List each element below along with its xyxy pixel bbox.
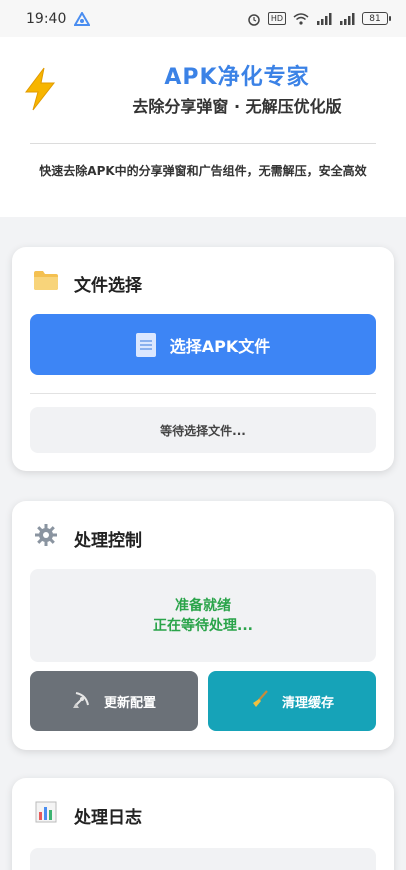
processing-control-card: 处理控制 准备就绪 正在等待处理... 更新配置 清理缓存 xyxy=(12,501,394,750)
app-subtitle: 去除分享弹窗 · 无解压优化版 xyxy=(132,97,342,116)
file-card-divider xyxy=(30,393,376,394)
app-title: APK净化专家 xyxy=(164,65,310,90)
app-description: 快速去除APK中的分享弹窗和广告组件，无需解压，安全高效 xyxy=(39,164,367,178)
clear-cache-button[interactable]: 清理缓存 xyxy=(208,671,376,731)
file-card-header: 文件选择 xyxy=(32,269,142,297)
file-selection-card: 文件选择 选择APK文件 等待选择文件... xyxy=(12,247,394,471)
satellite-antenna-icon xyxy=(72,689,92,714)
gear-icon xyxy=(32,523,60,553)
wifi-icon xyxy=(293,12,309,25)
folder-icon xyxy=(32,269,60,297)
broom-icon xyxy=(250,689,270,714)
control-card-header: 处理控制 xyxy=(32,523,142,553)
status-waiting-text: 正在等待处理... xyxy=(153,617,253,634)
log-output-area[interactable] xyxy=(30,848,376,870)
hd-badge: HD xyxy=(267,12,286,25)
signal-icon-1 xyxy=(316,12,332,25)
log-card-title: 处理日志 xyxy=(74,807,142,828)
file-card-title: 文件选择 xyxy=(74,275,142,296)
status-ready-text: 准备就绪 xyxy=(175,597,231,614)
status-time: 19:40 xyxy=(26,10,67,27)
app-notification-icon xyxy=(74,11,91,26)
app-header: APK净化专家 去除分享弹窗 · 无解压优化版 快速去除APK中的分享弹窗和广告… xyxy=(0,37,406,217)
status-bar: 19:40 HD 81 xyxy=(0,0,406,37)
document-icon xyxy=(135,332,156,357)
process-status-panel: 准备就绪 正在等待处理... xyxy=(30,569,376,662)
select-apk-button-label: 选择APK文件 xyxy=(169,336,271,356)
battery-indicator: 81 xyxy=(362,12,391,25)
log-card-header: 处理日志 xyxy=(32,800,142,830)
bar-chart-icon xyxy=(32,800,60,830)
update-config-button[interactable]: 更新配置 xyxy=(30,671,198,731)
file-status: 等待选择文件... xyxy=(30,407,376,453)
header-divider xyxy=(30,143,376,144)
clear-cache-label: 清理缓存 xyxy=(281,695,334,711)
signal-icon-2 xyxy=(339,12,355,25)
select-apk-button[interactable]: 选择APK文件 xyxy=(30,314,376,375)
update-config-label: 更新配置 xyxy=(103,695,156,711)
processing-log-card: 处理日志 xyxy=(12,778,394,870)
alarm-icon xyxy=(247,12,261,26)
control-card-title: 处理控制 xyxy=(74,530,142,551)
